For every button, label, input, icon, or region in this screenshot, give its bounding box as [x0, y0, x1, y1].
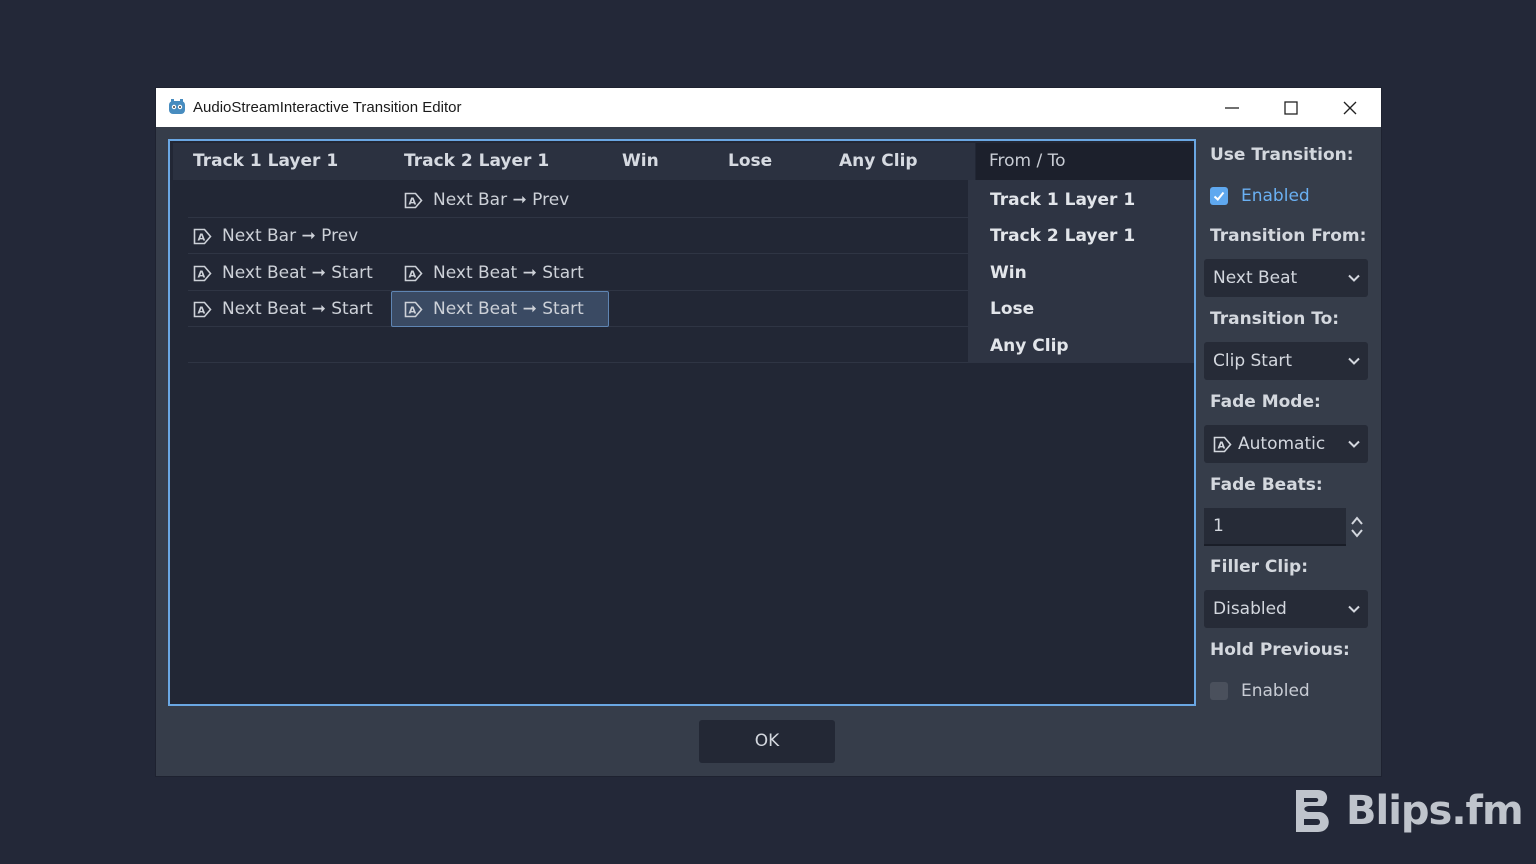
hold-previous-checkbox[interactable]: Enabled	[1210, 681, 1310, 701]
transition-cell-selected[interactable]: A Next Beat ➞ Start	[391, 291, 609, 327]
fade-auto-icon: A	[404, 192, 423, 208]
close-icon	[1343, 101, 1357, 114]
close-button[interactable]	[1327, 88, 1373, 127]
chevron-down-icon	[1348, 440, 1360, 448]
app-icon	[169, 99, 185, 114]
transition-cell-label: Next Beat ➞ Start	[222, 299, 373, 319]
fade-beats-input[interactable]: 1	[1204, 508, 1346, 546]
blips-logo-icon	[1296, 790, 1329, 832]
transition-cell-label: Next Bar ➞ Prev	[433, 190, 570, 210]
hold-previous-value: Enabled	[1241, 681, 1310, 701]
use-transition-label: Use Transition:	[1210, 145, 1354, 165]
transition-cell-label: Next Beat ➞ Start	[222, 263, 373, 283]
fade-beats-label: Fade Beats:	[1210, 475, 1323, 495]
transition-cell-label: Next Beat ➞ Start	[433, 299, 584, 319]
column-header-track-2-layer-1[interactable]: Track 2 Layer 1	[404, 143, 549, 180]
fade-auto-icon: A	[404, 301, 423, 317]
fade-auto-icon: A	[193, 265, 212, 281]
window-title: AudioStreamInteractive Transition Editor	[193, 99, 462, 116]
fade-auto-icon: A	[193, 228, 212, 244]
transition-cell-label: Next Beat ➞ Start	[433, 263, 584, 283]
transition-from-value: Next Beat	[1213, 268, 1298, 288]
column-header-track-1-layer-1[interactable]: Track 1 Layer 1	[193, 143, 338, 180]
transition-cell-label: Next Bar ➞ Prev	[222, 226, 359, 246]
fade-auto-icon: A	[193, 301, 212, 317]
fade-mode-dropdown[interactable]: A Automatic	[1204, 425, 1368, 463]
row-divider	[188, 217, 968, 218]
maximize-button[interactable]	[1268, 88, 1314, 127]
svg-text:A: A	[409, 305, 417, 316]
row-header-any-clip[interactable]: Any Clip	[990, 328, 1069, 364]
svg-text:A: A	[409, 196, 417, 207]
column-header-win[interactable]: Win	[622, 143, 659, 180]
transition-grid[interactable]: Track 1 Layer 1 Track 2 Layer 1 Win Lose…	[168, 139, 1196, 706]
column-header-lose[interactable]: Lose	[728, 143, 772, 180]
from-to-corner: From / To	[976, 143, 1194, 180]
checkbox-unchecked-icon	[1210, 682, 1228, 700]
minimize-icon	[1225, 106, 1239, 109]
row-header-track-2-layer-1[interactable]: Track 2 Layer 1	[990, 218, 1135, 254]
chevron-down-icon	[1348, 357, 1360, 365]
chevron-down-icon	[1348, 274, 1360, 282]
transition-cell[interactable]: A Next Bar ➞ Prev	[193, 219, 358, 253]
transition-to-label: Transition To:	[1210, 309, 1340, 329]
filler-clip-label: Filler Clip:	[1210, 557, 1309, 577]
svg-text:A: A	[198, 269, 206, 280]
svg-text:A: A	[1218, 440, 1226, 451]
svg-text:A: A	[198, 232, 206, 243]
filler-clip-value: Disabled	[1213, 599, 1287, 619]
transition-from-dropdown[interactable]: Next Beat	[1204, 259, 1368, 297]
fade-mode-label: Fade Mode:	[1210, 392, 1321, 412]
spinner-arrows-icon[interactable]	[1349, 513, 1365, 541]
brand-watermark: Blips.fm	[1290, 786, 1524, 836]
fade-auto-icon: A	[404, 265, 423, 281]
ok-button[interactable]: OK	[699, 720, 835, 763]
row-divider	[188, 362, 968, 363]
transition-to-value: Clip Start	[1213, 351, 1293, 371]
row-divider	[188, 253, 968, 254]
row-header-win[interactable]: Win	[990, 255, 1027, 291]
hold-previous-label: Hold Previous:	[1210, 640, 1350, 660]
fade-auto-icon: A	[1213, 436, 1232, 452]
svg-text:A: A	[409, 269, 417, 280]
svg-text:A: A	[198, 305, 206, 316]
transition-cell[interactable]: A Next Bar ➞ Prev	[404, 183, 569, 217]
from-to-label: From / To	[989, 151, 1066, 171]
row-header-track-1-layer-1[interactable]: Track 1 Layer 1	[990, 182, 1135, 218]
column-header-any-clip[interactable]: Any Clip	[839, 143, 918, 180]
transition-cell[interactable]: A Next Beat ➞ Start	[193, 256, 373, 290]
checkbox-checked-icon	[1210, 187, 1228, 205]
maximize-icon	[1284, 100, 1298, 115]
use-transition-value: Enabled	[1241, 186, 1310, 206]
row-header-lose[interactable]: Lose	[990, 291, 1034, 327]
filler-clip-dropdown[interactable]: Disabled	[1204, 590, 1368, 628]
title-bar: AudioStreamInteractive Transition Editor	[156, 88, 1381, 127]
transition-cell[interactable]: A Next Beat ➞ Start	[193, 292, 373, 326]
brand-name: Blips.fm	[1346, 788, 1524, 834]
minimize-button[interactable]	[1209, 88, 1255, 127]
transition-from-label: Transition From:	[1210, 226, 1367, 246]
chevron-down-icon	[1348, 605, 1360, 613]
use-transition-checkbox[interactable]: Enabled	[1210, 186, 1310, 206]
fade-mode-value: Automatic	[1238, 434, 1326, 454]
transition-to-dropdown[interactable]: Clip Start	[1204, 342, 1368, 380]
transition-cell[interactable]: A Next Beat ➞ Start	[404, 256, 584, 290]
